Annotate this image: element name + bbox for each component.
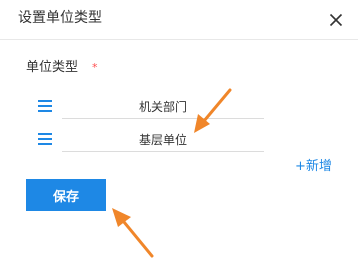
- dialog-header: 设置单位类型: [0, 0, 358, 40]
- dialog-title: 设置单位类型: [18, 10, 102, 26]
- drag-handle-icon[interactable]: [38, 132, 54, 146]
- close-button[interactable]: [326, 10, 346, 30]
- save-button[interactable]: 保存: [26, 179, 106, 211]
- unit-type-input-2[interactable]: [62, 127, 264, 152]
- required-mark: *: [92, 61, 98, 74]
- add-unit-type-link[interactable]: +新增: [295, 159, 332, 175]
- set-unit-type-dialog: 设置单位类型 单位类型 * +新增 保存: [0, 0, 358, 265]
- unit-type-input-1[interactable]: [62, 94, 264, 119]
- close-icon: [329, 13, 343, 27]
- drag-handle-icon[interactable]: [38, 99, 54, 113]
- unit-type-row: [38, 127, 264, 153]
- annotation-arrow-icon: [112, 208, 154, 258]
- unit-type-row: [38, 94, 264, 120]
- unit-type-label: 单位类型: [26, 60, 79, 75]
